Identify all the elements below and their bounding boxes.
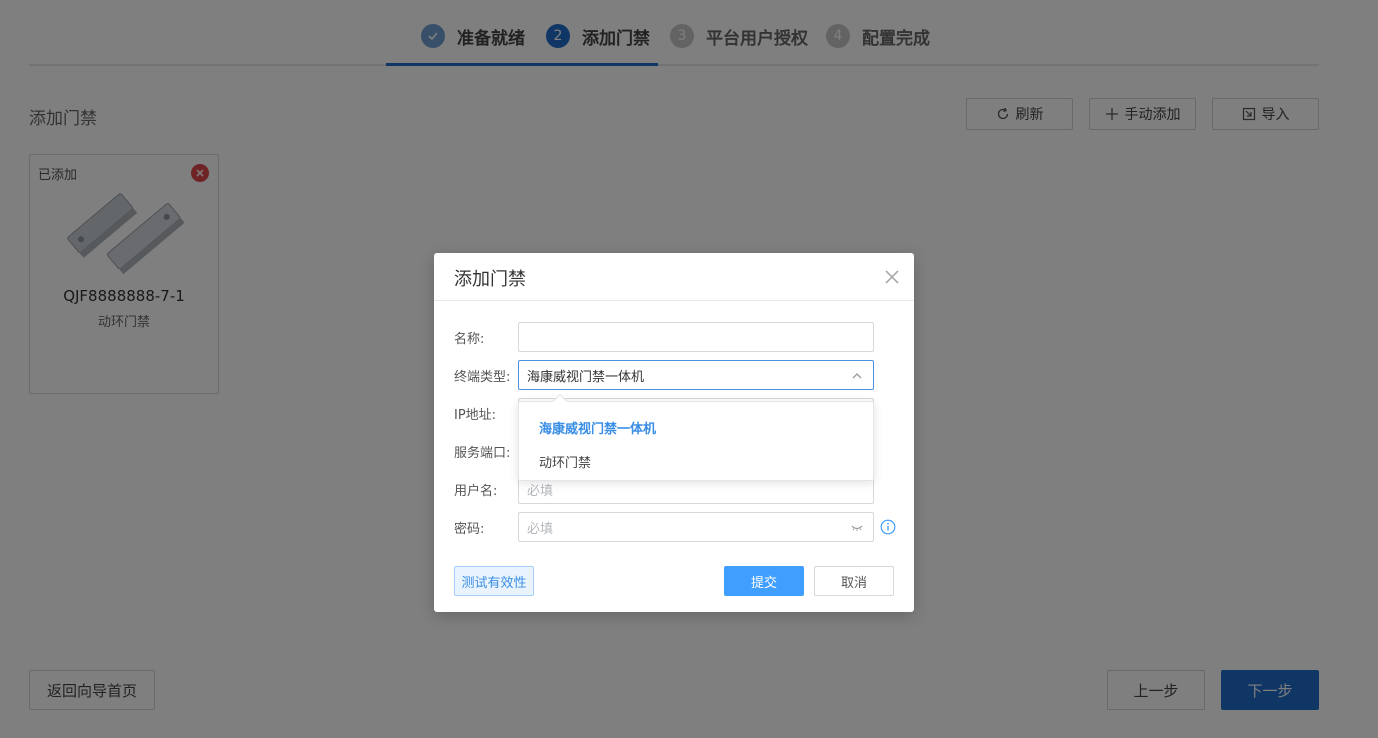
password-row: 密码: 必填 bbox=[454, 512, 896, 542]
info-icon[interactable] bbox=[880, 519, 896, 535]
submit-button[interactable]: 提交 bbox=[724, 566, 804, 596]
test-validity-button[interactable]: 测试有效性 bbox=[454, 566, 534, 596]
password-input[interactable]: 必填 bbox=[518, 512, 874, 542]
password-placeholder: 必填 bbox=[527, 521, 554, 537]
name-row: 名称: bbox=[454, 322, 894, 352]
dropdown-option-hikvision[interactable]: 海康威视门禁一体机 bbox=[539, 418, 656, 437]
terminal-type-value: 海康威视门禁一体机 bbox=[527, 369, 645, 385]
name-label: 名称: bbox=[454, 331, 485, 347]
name-input[interactable] bbox=[518, 322, 874, 352]
ip-label: IP地址: bbox=[454, 407, 497, 423]
dialog-header: 添加门禁 bbox=[434, 253, 914, 301]
terminal-type-row: 终端类型: 海康威视门禁一体机 bbox=[454, 360, 894, 390]
chevron-up-icon bbox=[852, 373, 862, 379]
username-placeholder: 必填 bbox=[527, 483, 554, 499]
password-label: 密码: bbox=[454, 521, 485, 537]
port-label: 服务端口: bbox=[454, 445, 511, 461]
terminal-type-dropdown: 海康威视门禁一体机 动环门禁 bbox=[518, 393, 874, 481]
dialog-title: 添加门禁 bbox=[454, 269, 526, 290]
cancel-button[interactable]: 取消 bbox=[814, 566, 894, 596]
username-label: 用户名: bbox=[454, 483, 498, 499]
eye-closed-icon[interactable] bbox=[851, 522, 863, 534]
close-icon[interactable] bbox=[882, 267, 902, 287]
dropdown-arrow bbox=[552, 393, 568, 409]
add-door-dialog: 添加门禁 名称: 终端类型: 海康威视门禁一体机 IP地址: 服务端口: 用户名… bbox=[434, 253, 914, 612]
terminal-type-select[interactable]: 海康威视门禁一体机 bbox=[518, 360, 874, 390]
dropdown-option-donghuan[interactable]: 动环门禁 bbox=[539, 452, 591, 471]
terminal-type-label: 终端类型: bbox=[454, 369, 511, 385]
